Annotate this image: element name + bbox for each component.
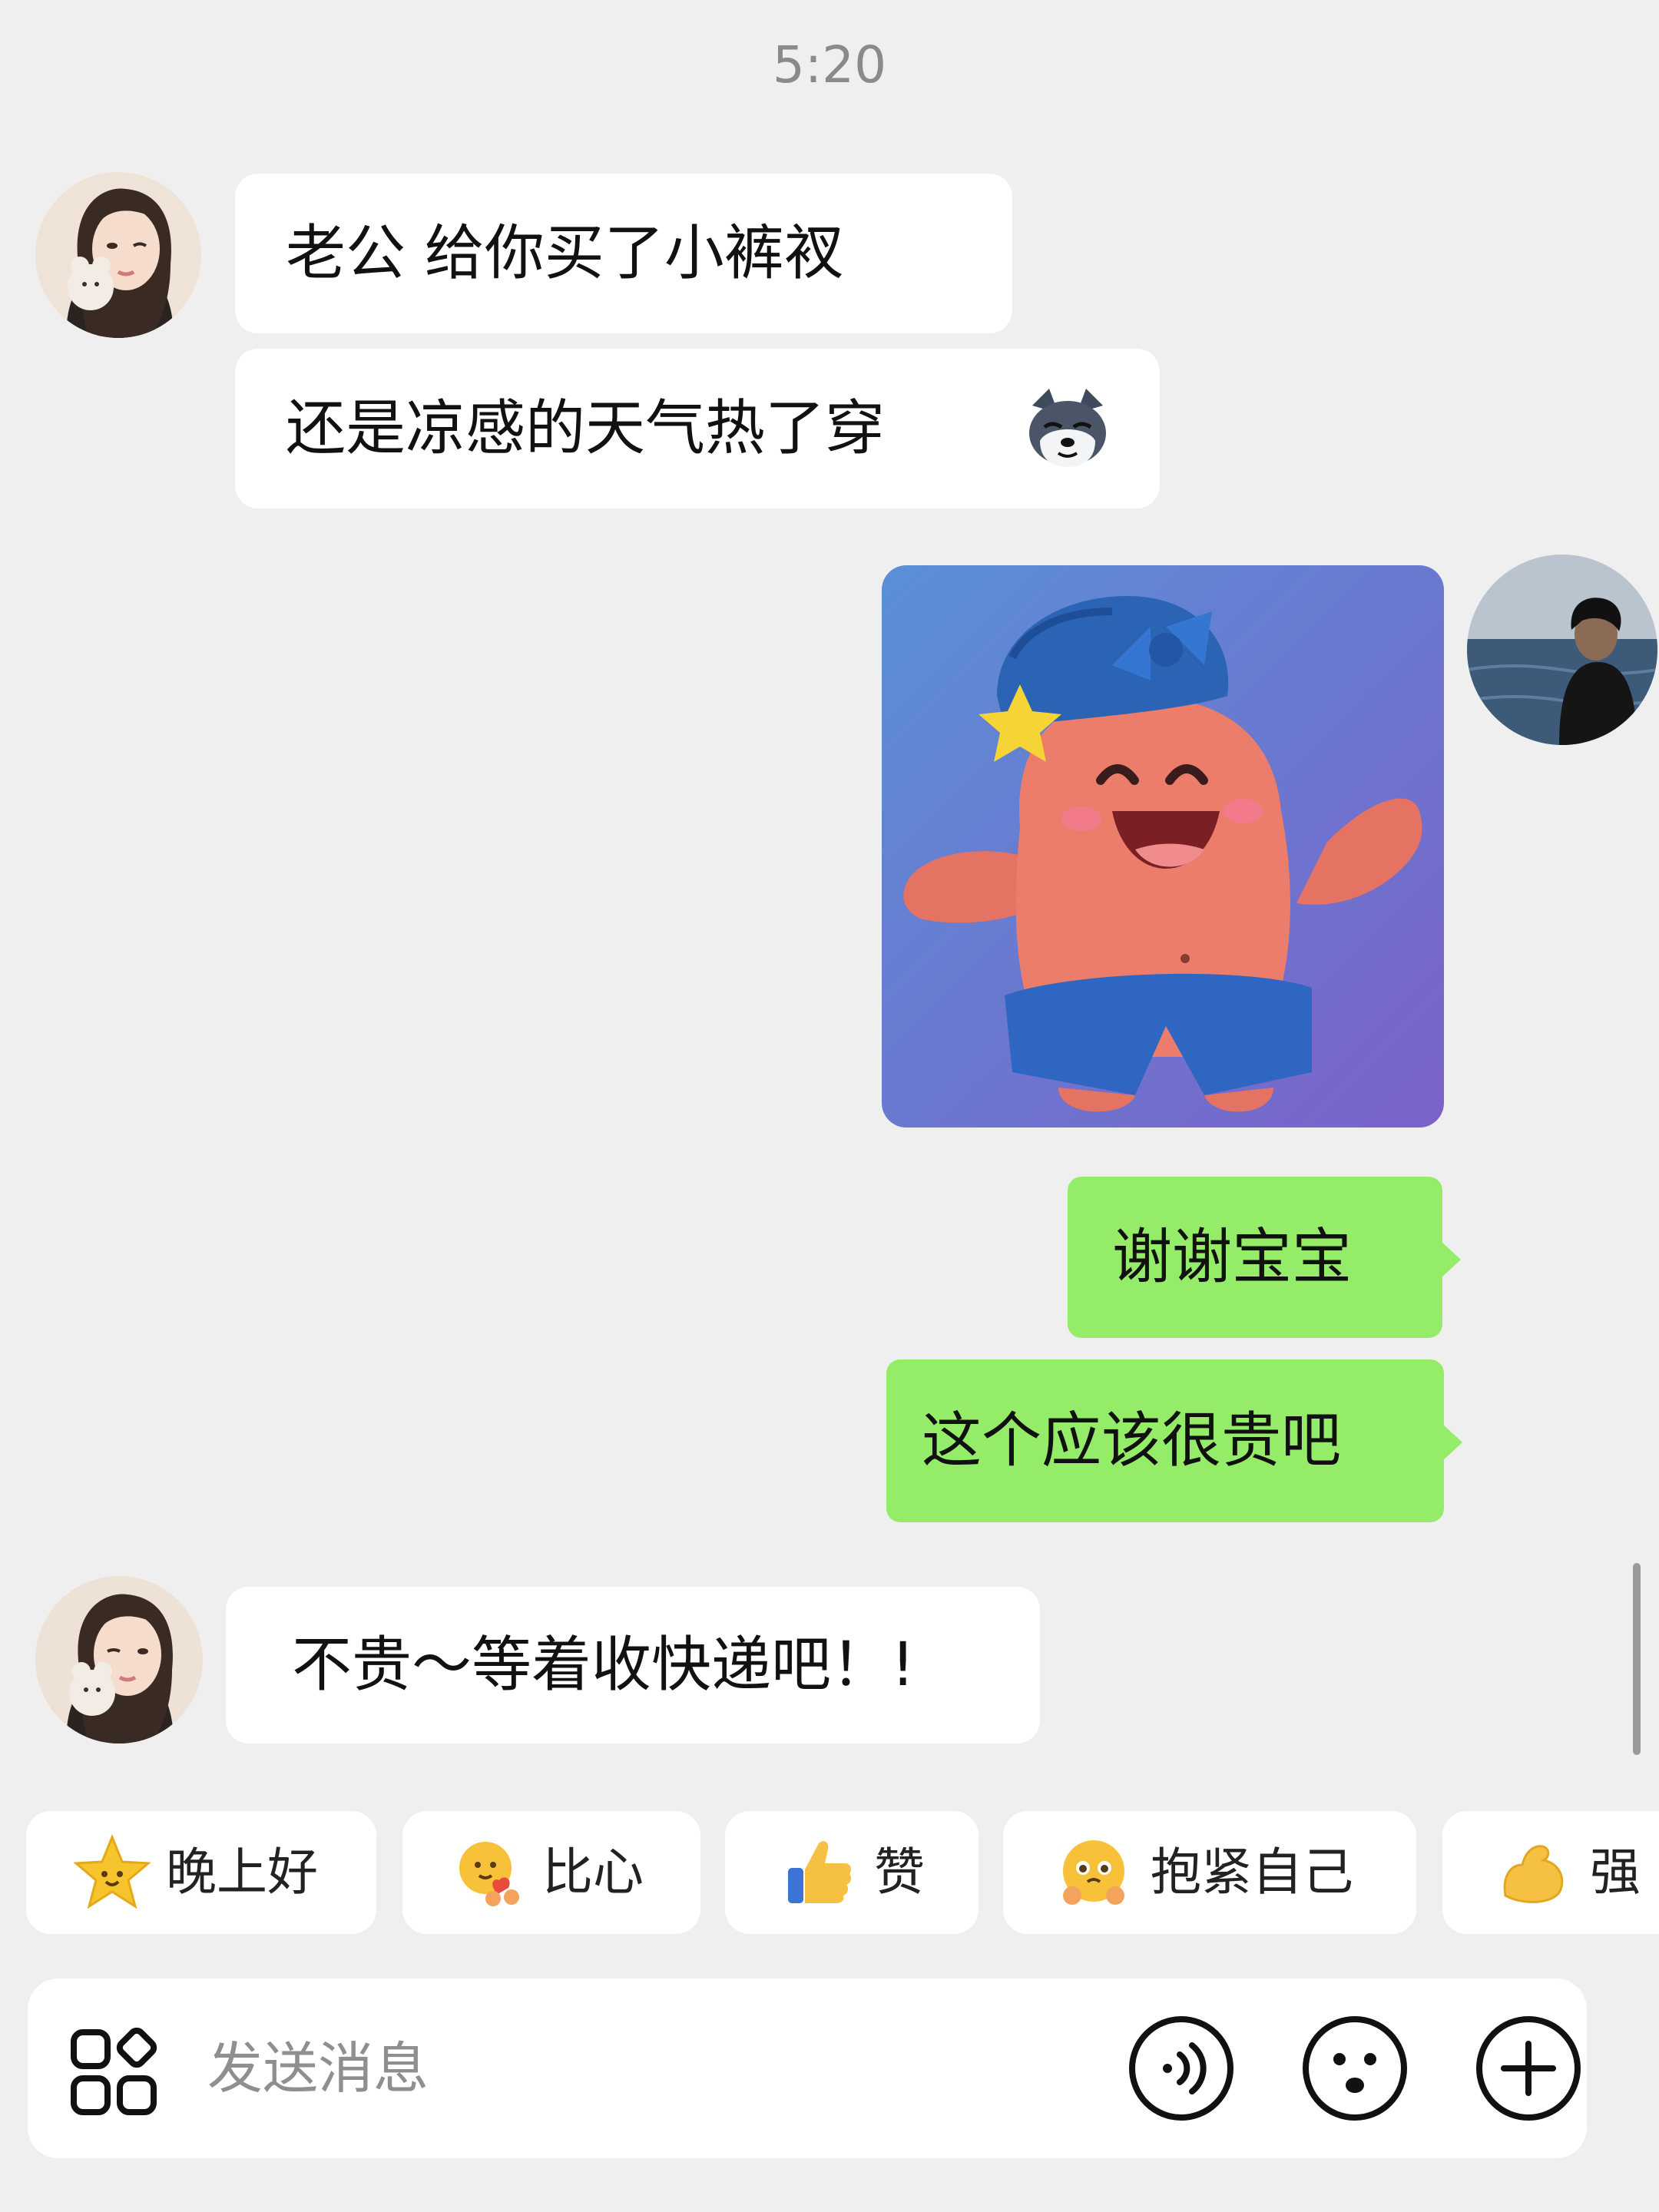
message-text: 还是凉感的天气热了穿 — [286, 394, 886, 463]
message-text: 谢谢宝宝 — [1112, 1223, 1353, 1292]
star-face-emoji — [73, 1834, 151, 1911]
message-bubble[interactable]: 老公 给你买了小裤衩 — [235, 174, 1012, 333]
plus-icon[interactable] — [1475, 2015, 1582, 2122]
message-bubble[interactable]: 这个应该很贵吧 — [886, 1359, 1462, 1522]
quick-reply-chip[interactable]: 抱紧自己 — [1003, 1811, 1416, 1934]
message-text: 不贵～等着收快递吧！! — [292, 1631, 916, 1700]
apps-grid-icon[interactable] — [68, 2026, 160, 2118]
quick-reply-label: 赞 — [874, 1843, 925, 1902]
quick-reply-chip[interactable]: 比心 — [402, 1811, 700, 1934]
quick-reply-label: 抱紧自己 — [1151, 1843, 1353, 1902]
voice-icon[interactable] — [1128, 2015, 1235, 2122]
quick-reply-label: 强 — [1590, 1843, 1641, 1902]
quick-reply-label: 晚上好 — [166, 1843, 318, 1902]
friend-avatar[interactable] — [35, 1576, 203, 1743]
quick-reply-chip[interactable]: 晚上好 — [26, 1811, 376, 1934]
husky-dog-emoji — [1022, 382, 1114, 475]
message-bubble[interactable]: 还是凉感的天气热了穿 — [235, 349, 1160, 508]
hugging-face-emoji — [1055, 1834, 1132, 1911]
message-text: 老公 给你买了小裤衩 — [286, 219, 844, 288]
flexed-biceps-emoji — [1495, 1834, 1571, 1911]
message-bubble[interactable]: 谢谢宝宝 — [1068, 1177, 1461, 1338]
quick-reply-chip[interactable]: 赞 — [725, 1811, 979, 1934]
my-avatar[interactable] — [1467, 555, 1657, 745]
heart-hands-emoji — [450, 1834, 527, 1911]
message-timestamp: 5:20 — [772, 35, 887, 94]
scrollbar[interactable] — [1633, 1563, 1641, 1755]
thumbs-up-emoji — [779, 1834, 856, 1911]
patrick-star-happy-sticker — [882, 565, 1444, 1128]
message-input[interactable]: 发送消息 — [207, 2030, 429, 2107]
emoji-icon[interactable] — [1301, 2015, 1409, 2122]
quick-reply-label: 比心 — [542, 1843, 644, 1902]
message-input-bar: 发送消息 — [28, 1979, 1587, 2158]
friend-avatar[interactable] — [35, 172, 201, 338]
sticker-message[interactable] — [882, 565, 1444, 1128]
message-bubble[interactable]: 不贵～等着收快递吧！! — [226, 1587, 1040, 1743]
quick-reply-chip[interactable]: 强 — [1442, 1811, 1659, 1934]
message-text: 这个应该很贵吧 — [922, 1406, 1342, 1475]
